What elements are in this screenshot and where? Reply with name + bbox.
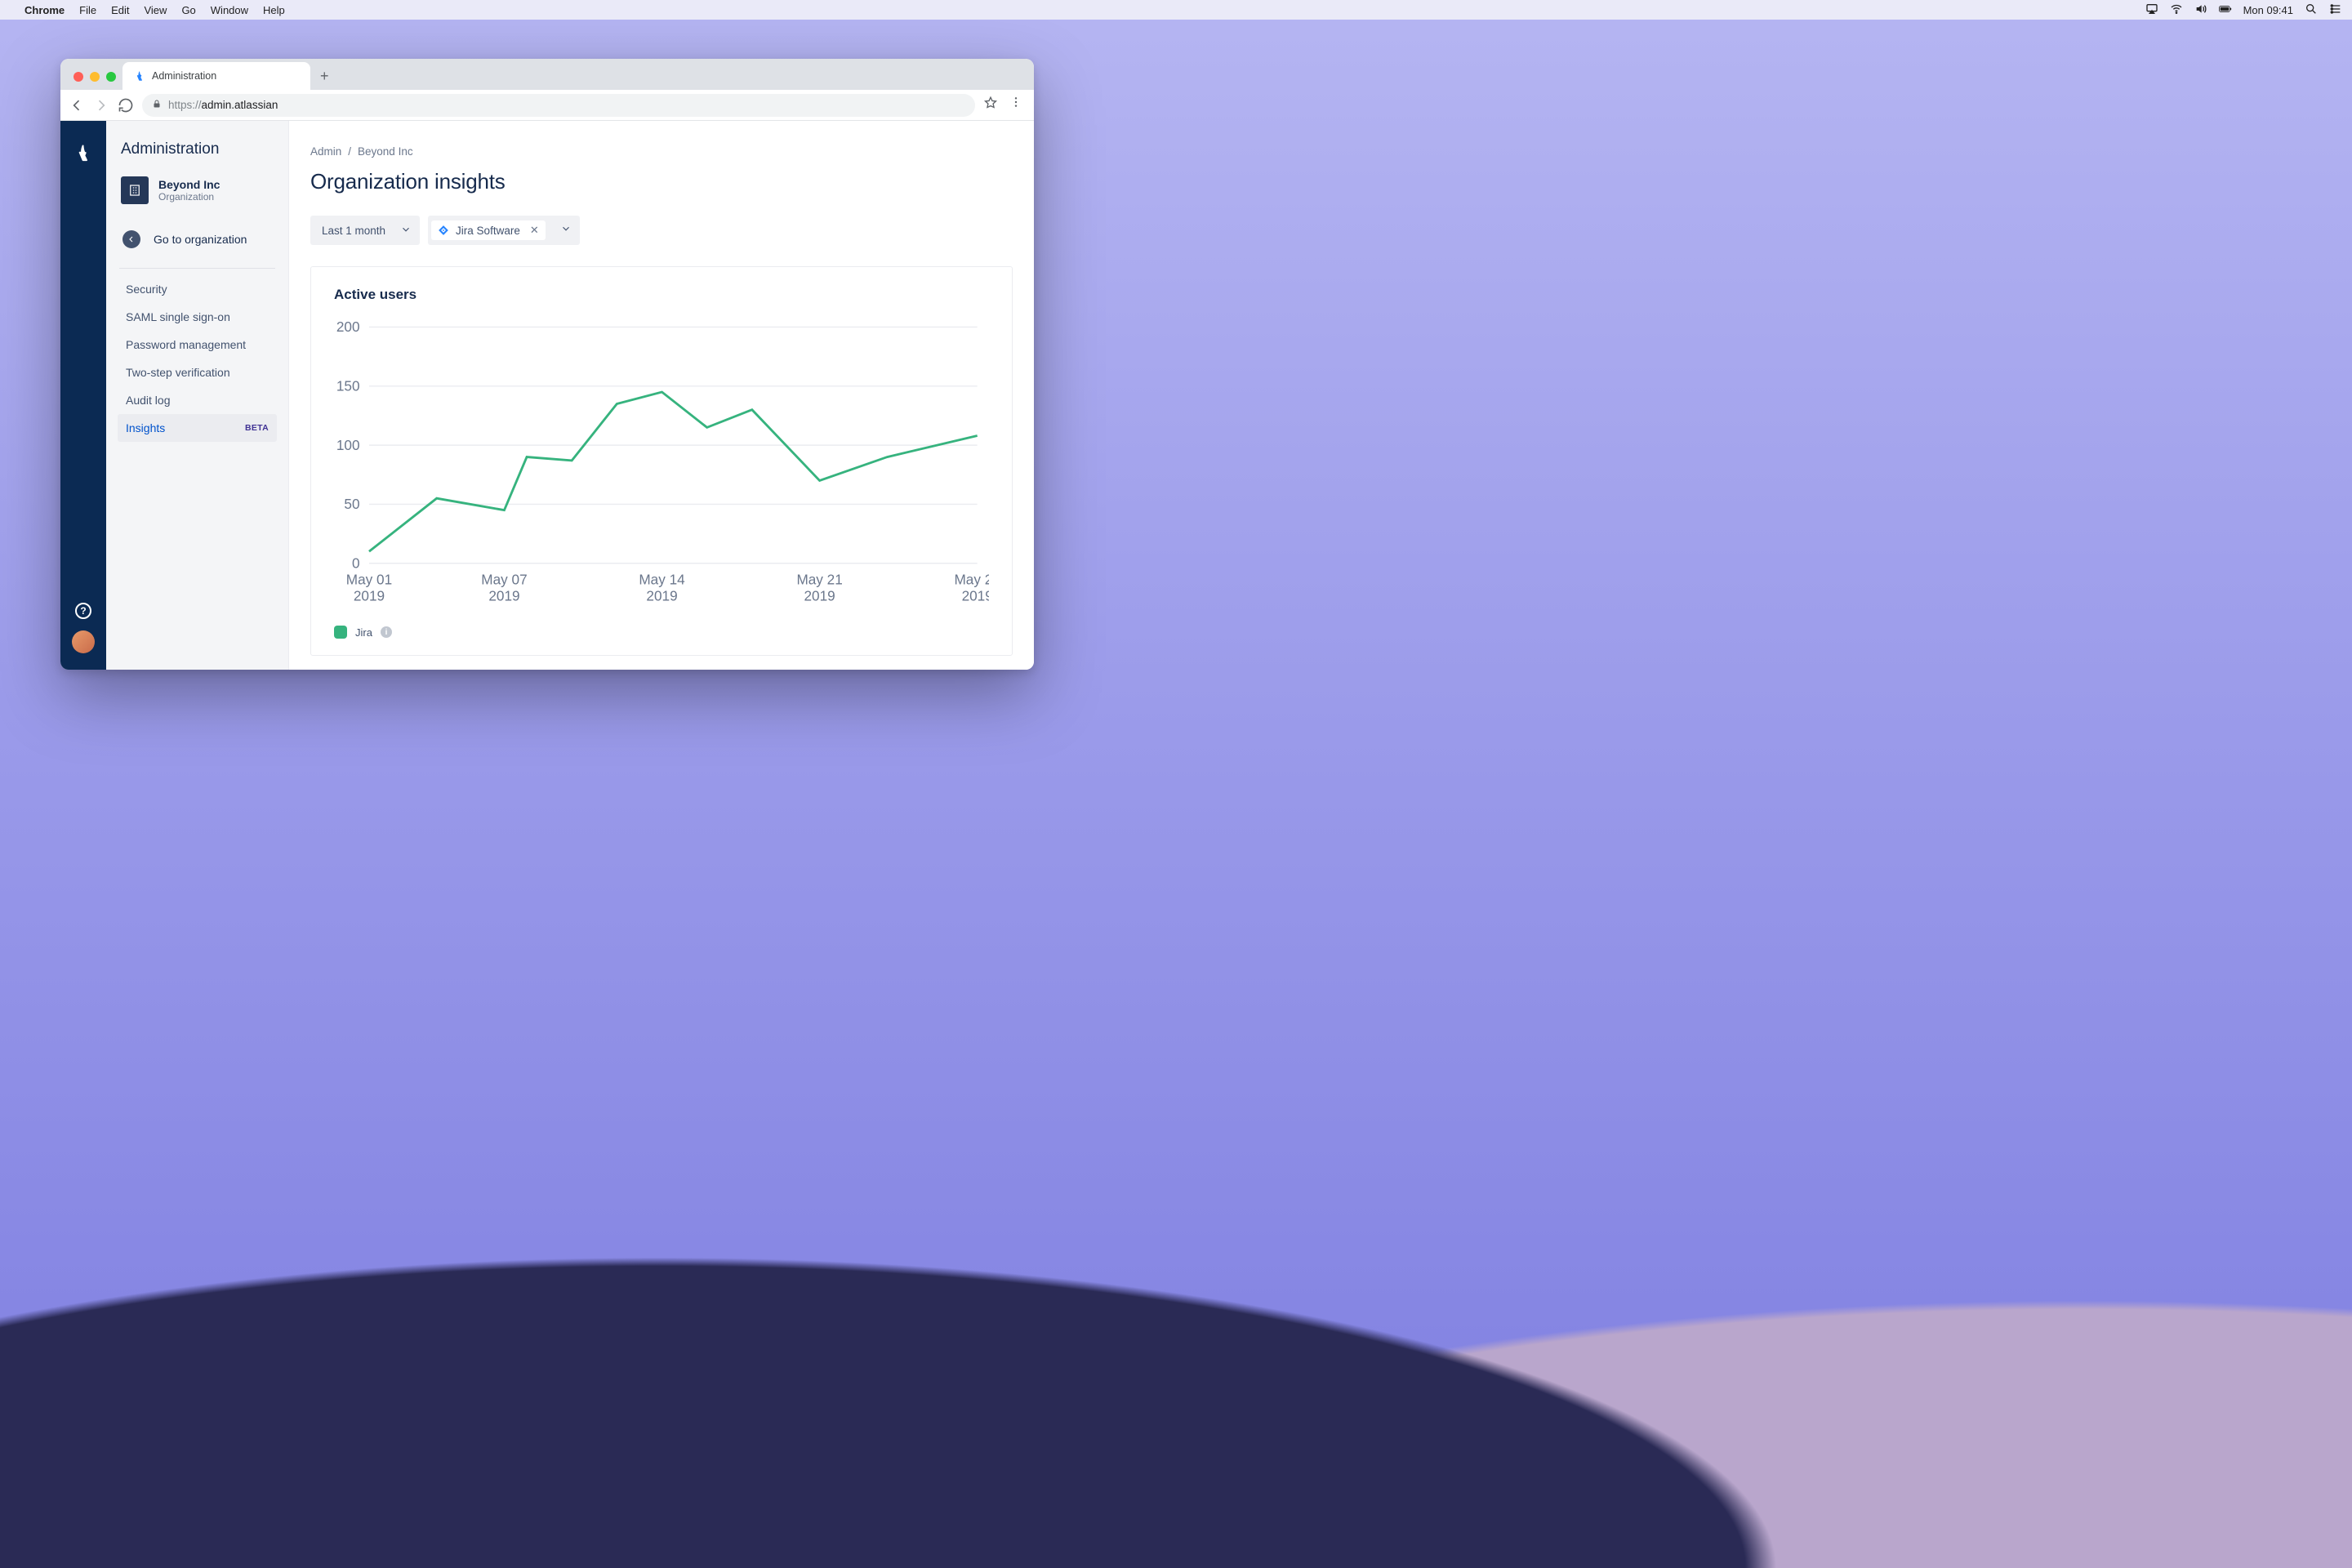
svg-text:2019: 2019 xyxy=(354,588,385,604)
spotlight-icon[interactable] xyxy=(2305,2,2318,18)
breadcrumb-leaf[interactable]: Beyond Inc xyxy=(358,145,413,158)
go-to-organization-link[interactable]: Go to organization xyxy=(118,219,277,260)
url-text: https://admin.atlassian xyxy=(168,99,278,111)
arrow-left-circle-icon xyxy=(122,230,140,248)
window-close-button[interactable] xyxy=(74,72,83,82)
org-name: Beyond Inc xyxy=(158,178,220,191)
menubar-clock[interactable]: Mon 09:41 xyxy=(2243,4,2293,16)
airplay-icon[interactable] xyxy=(2145,2,2158,18)
sidebar-item-audit-log[interactable]: Audit log xyxy=(118,386,277,414)
product-filter-tag[interactable]: Jira Software ✕ xyxy=(431,220,546,240)
window-minimize-button[interactable] xyxy=(90,72,100,82)
chart-legend: Jira i xyxy=(334,626,989,639)
card-title: Active users xyxy=(334,287,989,303)
svg-text:0: 0 xyxy=(352,555,360,571)
breadcrumb-separator: / xyxy=(348,145,351,158)
wifi-icon[interactable] xyxy=(2170,2,2183,18)
sidebar-item-saml-single-sign-on[interactable]: SAML single sign-on xyxy=(118,303,277,331)
new-tab-button[interactable]: + xyxy=(310,68,339,90)
main-content: Admin / Beyond Inc Organization insights… xyxy=(289,121,1034,670)
menubar-item-go[interactable]: Go xyxy=(181,4,195,16)
menubar-item-help[interactable]: Help xyxy=(263,4,285,16)
page-title: Organization insights xyxy=(310,169,1013,194)
time-range-label: Last 1 month xyxy=(322,225,385,237)
breadcrumb: Admin / Beyond Inc xyxy=(310,145,1013,158)
svg-text:2019: 2019 xyxy=(488,588,519,604)
reload-button[interactable] xyxy=(118,97,134,114)
svg-text:May 01: May 01 xyxy=(346,572,392,588)
go-to-organization-label: Go to organization xyxy=(154,233,247,246)
org-subtitle: Organization xyxy=(158,191,220,203)
svg-text:2019: 2019 xyxy=(962,588,989,604)
svg-text:100: 100 xyxy=(336,437,360,453)
help-icon[interactable]: ? xyxy=(75,603,91,619)
sidebar-item-password-management[interactable]: Password management xyxy=(118,331,277,359)
product-filter-label: Jira Software xyxy=(456,225,520,237)
sidebar-item-label: Two-step verification xyxy=(126,366,230,379)
sidebar-item-label: Audit log xyxy=(126,394,170,407)
svg-text:May 14: May 14 xyxy=(639,572,685,588)
sidebar: Administration Beyond Inc Organization G… xyxy=(106,121,289,670)
atlassian-logo-icon[interactable] xyxy=(74,144,93,167)
org-card[interactable]: Beyond Inc Organization xyxy=(118,173,277,207)
sidebar-item-label: Password management xyxy=(126,338,246,351)
chevron-down-icon xyxy=(549,223,580,238)
address-bar[interactable]: https://admin.atlassian xyxy=(142,94,975,117)
browser-tab[interactable]: Administration xyxy=(122,62,310,90)
menubar-item-view[interactable]: View xyxy=(144,4,167,16)
svg-text:2019: 2019 xyxy=(804,588,835,604)
browser-tab-title: Administration xyxy=(152,70,216,82)
window-zoom-button[interactable] xyxy=(106,72,116,82)
sidebar-item-insights[interactable]: Insights BETA xyxy=(118,414,277,442)
menubar-item-edit[interactable]: Edit xyxy=(111,4,129,16)
global-nav-rail: ? xyxy=(60,121,106,670)
time-range-select[interactable]: Last 1 month xyxy=(310,216,420,245)
svg-text:May 28: May 28 xyxy=(955,572,989,588)
browser-toolbar: https://admin.atlassian xyxy=(60,90,1034,121)
svg-text:200: 200 xyxy=(336,318,360,335)
bookmark-star-icon[interactable] xyxy=(983,96,998,114)
browser-menu-icon[interactable] xyxy=(1009,96,1022,114)
sidebar-item-label: Insights xyxy=(126,421,165,434)
sidebar-heading: Administration xyxy=(118,140,277,158)
menubar-item-window[interactable]: Window xyxy=(211,4,248,16)
org-building-icon xyxy=(121,176,149,204)
product-filter[interactable]: Jira Software ✕ xyxy=(428,216,580,245)
svg-text:50: 50 xyxy=(344,496,359,512)
sidebar-item-security[interactable]: Security xyxy=(118,275,277,303)
chevron-down-icon xyxy=(400,224,412,238)
forward-button[interactable] xyxy=(93,97,109,114)
lock-icon xyxy=(152,99,162,111)
svg-text:2019: 2019 xyxy=(646,588,677,604)
svg-text:150: 150 xyxy=(336,378,360,394)
filter-bar: Last 1 month Jira Software ✕ xyxy=(310,216,1013,245)
battery-icon[interactable] xyxy=(2219,2,2232,18)
info-icon[interactable]: i xyxy=(381,626,392,638)
remove-filter-icon[interactable]: ✕ xyxy=(527,224,539,237)
sidebar-item-label: Security xyxy=(126,283,167,296)
sidebar-item-two-step-verification[interactable]: Two-step verification xyxy=(118,359,277,386)
legend-swatch xyxy=(334,626,347,639)
jira-software-icon xyxy=(438,225,449,236)
mac-menubar: Chrome File Edit View Go Window Help Mon… xyxy=(0,0,2352,20)
svg-text:May 07: May 07 xyxy=(481,572,527,588)
menubar-app-name[interactable]: Chrome xyxy=(24,4,65,16)
user-avatar[interactable] xyxy=(72,630,95,653)
breadcrumb-root[interactable]: Admin xyxy=(310,145,341,158)
browser-tab-strip: Administration + xyxy=(60,59,1034,90)
sidebar-item-label: SAML single sign-on xyxy=(126,310,230,323)
svg-text:May 21: May 21 xyxy=(796,572,842,588)
beta-badge: BETA xyxy=(245,423,269,433)
active-users-card: Active users 050100150200May 012019May 0… xyxy=(310,266,1013,656)
atlassian-favicon-icon xyxy=(134,70,145,82)
volume-icon[interactable] xyxy=(2194,2,2207,18)
browser-window: Administration + https://admin.atlassian… xyxy=(60,59,1034,670)
back-button[interactable] xyxy=(69,97,85,114)
active-users-chart: 050100150200May 012019May 072019May 1420… xyxy=(334,318,989,610)
legend-label: Jira xyxy=(355,626,372,639)
sidebar-divider xyxy=(119,268,275,269)
menubar-item-file[interactable]: File xyxy=(79,4,96,16)
control-center-icon[interactable] xyxy=(2329,2,2342,18)
